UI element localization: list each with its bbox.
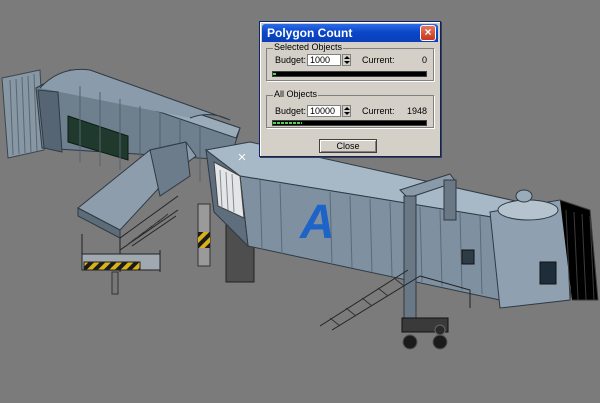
selected-budget-input[interactable]: 1000 — [307, 54, 341, 66]
dialog-titlebar[interactable]: Polygon Count × — [262, 24, 438, 42]
all-budget-label: Budget: — [275, 106, 307, 116]
spinner-down-icon[interactable] — [344, 61, 350, 64]
spinner-down-icon[interactable] — [344, 112, 350, 115]
selected-progress-fill — [273, 73, 276, 75]
polygon-count-dialog: Polygon Count × Selected Objects Budget:… — [259, 21, 441, 157]
spinner-up-icon[interactable] — [344, 107, 350, 110]
selected-objects-label: Selected Objects — [273, 42, 344, 52]
all-progress-bar — [272, 120, 427, 126]
spinner-up-icon[interactable] — [344, 56, 350, 59]
all-progress-fill — [273, 122, 302, 124]
selected-current-value: 0 — [421, 55, 427, 65]
rear-wall-panel — [1, 69, 45, 159]
all-objects-group: All Objects Budget: 10000 Current: 1948 — [266, 89, 434, 128]
close-button[interactable]: Close — [319, 139, 377, 153]
dialog-title: Polygon Count — [267, 26, 353, 40]
selected-budget-label: Budget: — [275, 55, 307, 65]
selected-progress-bar — [272, 71, 427, 77]
gate-letter-sign: A — [299, 196, 335, 249]
all-current-label: Current: — [362, 106, 395, 116]
selected-objects-group: Selected Objects Budget: 1000 Current: 0 — [266, 42, 434, 81]
selected-current-label: Current: — [362, 55, 395, 65]
all-budget-spinner[interactable] — [342, 105, 351, 117]
selected-budget-spinner[interactable] — [342, 54, 351, 66]
close-icon[interactable]: × — [420, 25, 436, 41]
all-budget-input[interactable]: 10000 — [307, 105, 341, 117]
all-current-value: 1948 — [406, 106, 427, 116]
all-objects-label: All Objects — [273, 89, 319, 99]
